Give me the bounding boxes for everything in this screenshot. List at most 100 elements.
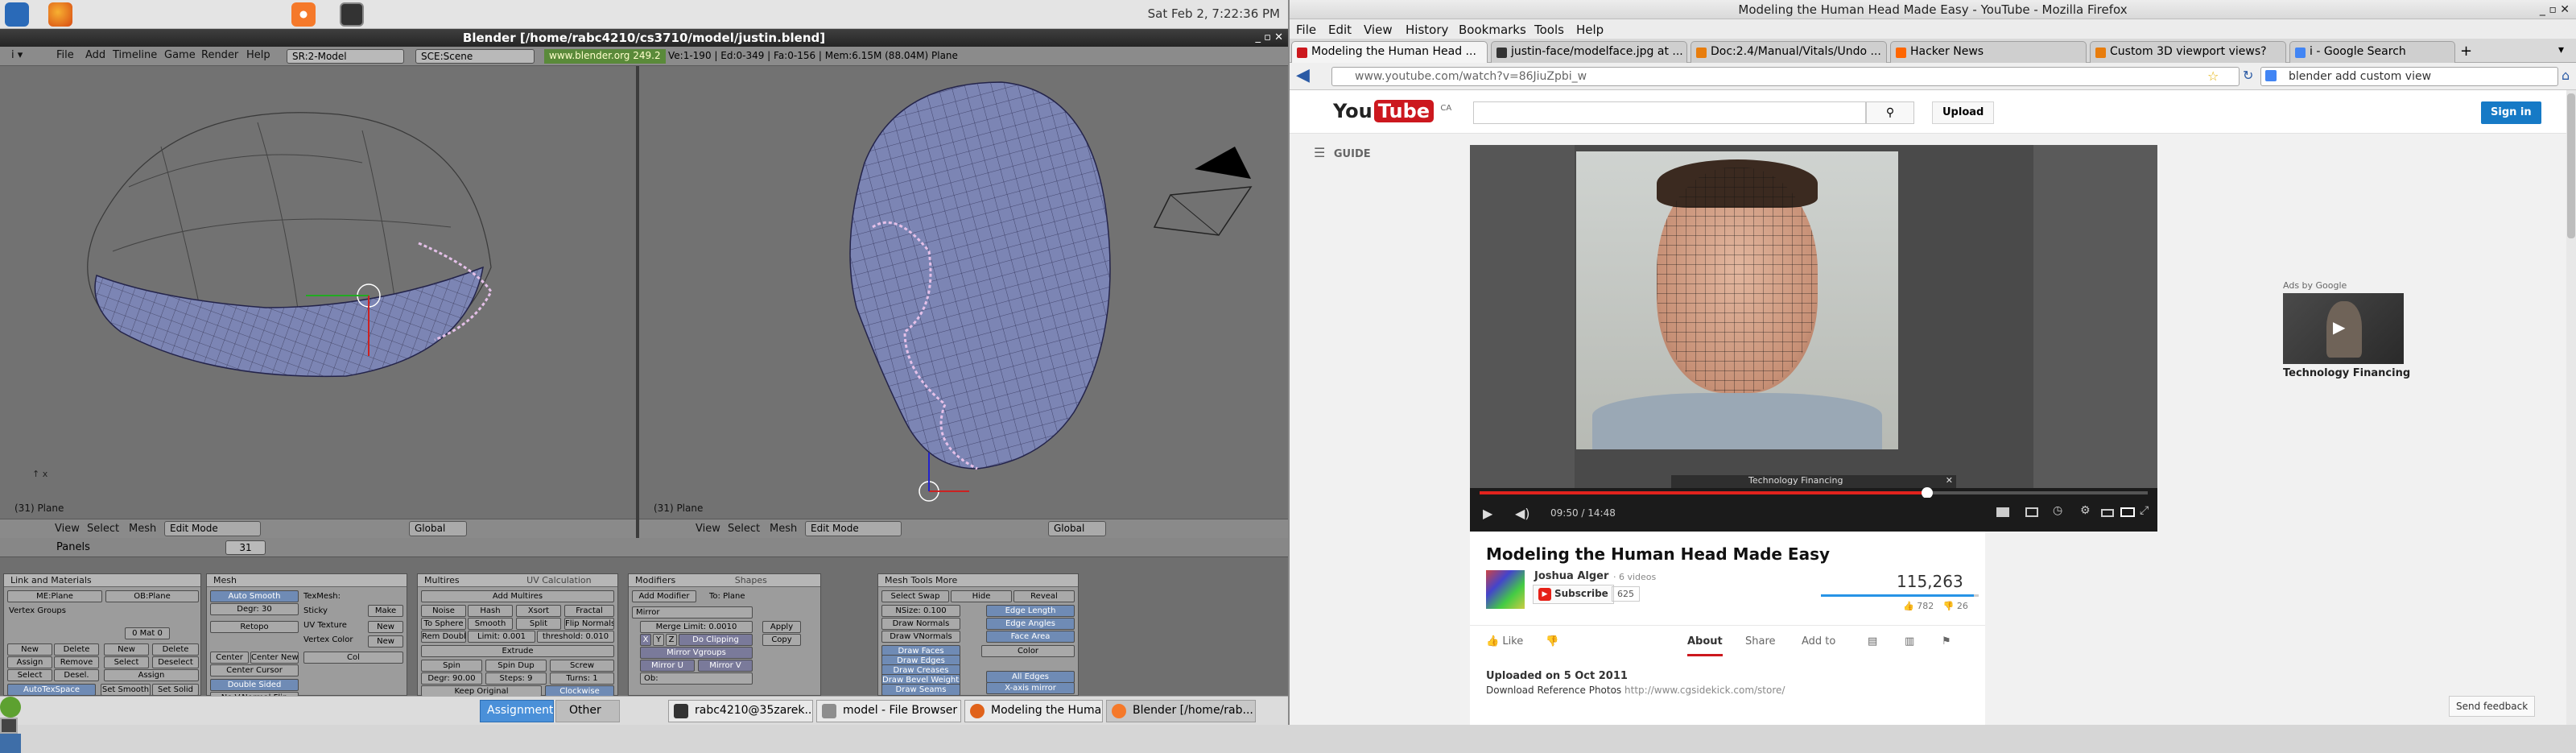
search-engine-icon[interactable] — [2265, 70, 2277, 81]
split-button[interactable]: Split — [516, 618, 561, 630]
back-icon[interactable]: ◀ — [1296, 65, 1310, 85]
mat-delete-button[interactable]: Delete — [152, 643, 199, 656]
ff-menu-view[interactable]: View — [1364, 23, 1393, 37]
fullscreen-icon[interactable]: ⤢ — [2140, 504, 2149, 517]
channel-avatar[interactable] — [1486, 570, 1525, 609]
mesh-menu[interactable]: Mesh — [129, 523, 156, 535]
vg-assign-button[interactable]: Assign — [7, 656, 52, 668]
turns-field[interactable]: Turns: 1 — [550, 672, 614, 685]
panel-mesh-tab[interactable]: Mesh — [207, 574, 407, 587]
page-scrollbar[interactable] — [2566, 90, 2576, 725]
ff-menu-file[interactable]: File — [1296, 23, 1316, 37]
mat-new-button[interactable]: New — [104, 643, 149, 656]
nsize-field[interactable]: NSize: 0.100 — [881, 605, 960, 617]
page-scrollbar-thumb[interactable] — [2567, 93, 2575, 238]
workspace-switcher-icon[interactable] — [0, 734, 21, 753]
merge-limit-field[interactable]: Merge Limit: 0.0010 — [640, 621, 753, 633]
watch-later-icon[interactable]: ◷ — [2053, 504, 2062, 517]
multires-tab[interactable]: Multires — [424, 575, 460, 585]
mirror-vgroups-toggle[interactable]: Mirror Vgroups — [640, 647, 753, 659]
viewport-left[interactable]: ↑ x (31) Plane View Select Mesh Edit Mod… — [0, 66, 636, 538]
set-solid-button[interactable]: Set Solid — [152, 684, 199, 696]
tab-google-search[interactable]: i - Google Search — [2289, 41, 2455, 63]
description-link[interactable]: http://www.cgsidekick.com/store/ — [1624, 685, 1785, 696]
fractal-button[interactable]: Fractal — [564, 605, 614, 617]
vg-desel-button[interactable]: Desel. — [54, 669, 99, 681]
url-bar[interactable]: www.youtube.com/watch?v=86JiuZpbi_w — [1331, 67, 2240, 86]
rem-doubles-button[interactable]: Rem Doubles — [421, 631, 466, 643]
menu-add[interactable]: Add — [85, 49, 105, 61]
set-smooth-button[interactable]: Set Smooth — [101, 684, 151, 696]
retopo-button[interactable]: Retopo — [210, 621, 299, 633]
report-flag-icon[interactable]: ⚑ — [1942, 635, 1951, 647]
face-area-button[interactable]: Face Area — [986, 631, 1075, 643]
select-menu[interactable]: Select — [87, 523, 119, 535]
reload-icon[interactable]: ↻ — [2243, 68, 2253, 83]
upload-button[interactable]: Upload — [1932, 101, 1994, 124]
menu-timeline[interactable]: Timeline — [113, 49, 157, 61]
task-file-browser[interactable]: model - File Browser — [816, 700, 961, 722]
mirror-v-toggle[interactable]: Mirror V — [698, 660, 753, 672]
progress-bar[interactable] — [1470, 488, 2157, 498]
center-button[interactable]: Center — [210, 652, 249, 664]
home-icon[interactable]: ⌂ — [2562, 68, 2570, 83]
captions-icon[interactable] — [1996, 507, 2009, 517]
keep-original-button[interactable]: Keep Original — [421, 685, 542, 697]
mesh-menu-right[interactable]: Mesh — [770, 523, 797, 535]
to-sphere-button[interactable]: To Sphere — [421, 618, 466, 630]
autotexspace-button[interactable]: AutoTexSpace — [7, 684, 96, 696]
axis-z-toggle[interactable]: Z — [666, 634, 677, 646]
color-menu[interactable]: Color — [981, 645, 1075, 657]
menu-help[interactable]: Help — [246, 49, 270, 61]
screw-button[interactable]: Screw — [550, 660, 614, 672]
orientation-select-right[interactable]: Global — [1048, 521, 1106, 536]
screen-field[interactable]: SR:2-Model — [287, 49, 404, 64]
axis-y-toggle[interactable]: Y — [653, 634, 664, 646]
mat-field[interactable]: 0 Mat 0 — [125, 627, 170, 639]
mat-assign-button[interactable]: Assign — [104, 669, 199, 681]
threshold-field[interactable]: threshold: 0.010 — [537, 631, 614, 643]
clockwise-button[interactable]: Clockwise — [545, 685, 614, 697]
vg-select-button[interactable]: Select — [7, 669, 52, 681]
mirror-modifier-field[interactable]: Mirror — [632, 606, 753, 619]
axis-x-toggle[interactable]: X — [640, 634, 651, 646]
tab-youtube[interactable]: Modeling the Human Head ... — [1291, 41, 1488, 63]
select-swap-button[interactable]: Select Swap — [881, 590, 949, 602]
auto-smooth-button[interactable]: Auto Smooth — [210, 590, 299, 602]
large-player-icon[interactable] — [2120, 507, 2135, 517]
x-axis-mirror-button[interactable]: X-axis mirror — [986, 682, 1075, 694]
extrude-button[interactable]: Extrude — [421, 645, 614, 657]
uv-calc-tab[interactable]: UV Calculation — [526, 575, 591, 585]
channel-name[interactable]: Joshua Alger — [1534, 570, 1608, 582]
orientation-select[interactable]: Global — [409, 521, 467, 536]
ff-menu-edit[interactable]: Edit — [1328, 23, 1352, 37]
hash-button[interactable]: Hash — [468, 605, 513, 617]
volume-icon[interactable]: ◀) — [1515, 506, 1530, 521]
blender-url-badge[interactable]: www.blender.org 249.2 — [544, 49, 666, 64]
steps-field[interactable]: Steps: 9 — [485, 672, 547, 685]
scene-field[interactable]: SCE:Scene — [415, 49, 535, 64]
guide-menu[interactable]: ☰ GUIDE — [1314, 145, 1371, 160]
play-icon[interactable]: ▶ — [1483, 506, 1492, 521]
menu-file[interactable]: File — [56, 49, 74, 61]
ff-menu-help[interactable]: Help — [1576, 23, 1604, 37]
draw-normals-button[interactable]: Draw Normals — [881, 618, 960, 630]
gnome-menu-icon[interactable] — [0, 697, 21, 718]
send-feedback-button[interactable]: Send feedback — [2449, 696, 2535, 717]
edge-angles-button[interactable]: Edge Angles — [986, 618, 1075, 630]
video-frame[interactable]: Technology Financing ✕ — [1470, 145, 2157, 488]
degr-field[interactable]: Degr: 30 — [210, 603, 299, 615]
task-terminal[interactable]: rabc4210@35zarek... — [668, 700, 813, 722]
mat-select-button[interactable]: Select — [104, 656, 149, 668]
vg-remove-button[interactable]: Remove — [54, 656, 99, 668]
mirror-u-toggle[interactable]: Mirror U — [640, 660, 695, 672]
sticky-make-button[interactable]: Make — [368, 605, 403, 617]
vg-new-button[interactable]: New — [7, 643, 52, 656]
add-multires-button[interactable]: Add Multires — [421, 590, 614, 602]
mode-select[interactable]: Edit Mode — [164, 521, 261, 536]
sign-in-button[interactable]: Sign in — [2481, 101, 2541, 124]
settings-icon[interactable]: ⚙ — [2080, 504, 2091, 517]
clock[interactable]: Sat Feb 2, 7:22:36 PM — [1148, 6, 1280, 21]
limit-field[interactable]: Limit: 0.001 — [468, 631, 535, 643]
dislike-button[interactable]: 👎 — [1546, 635, 1558, 647]
